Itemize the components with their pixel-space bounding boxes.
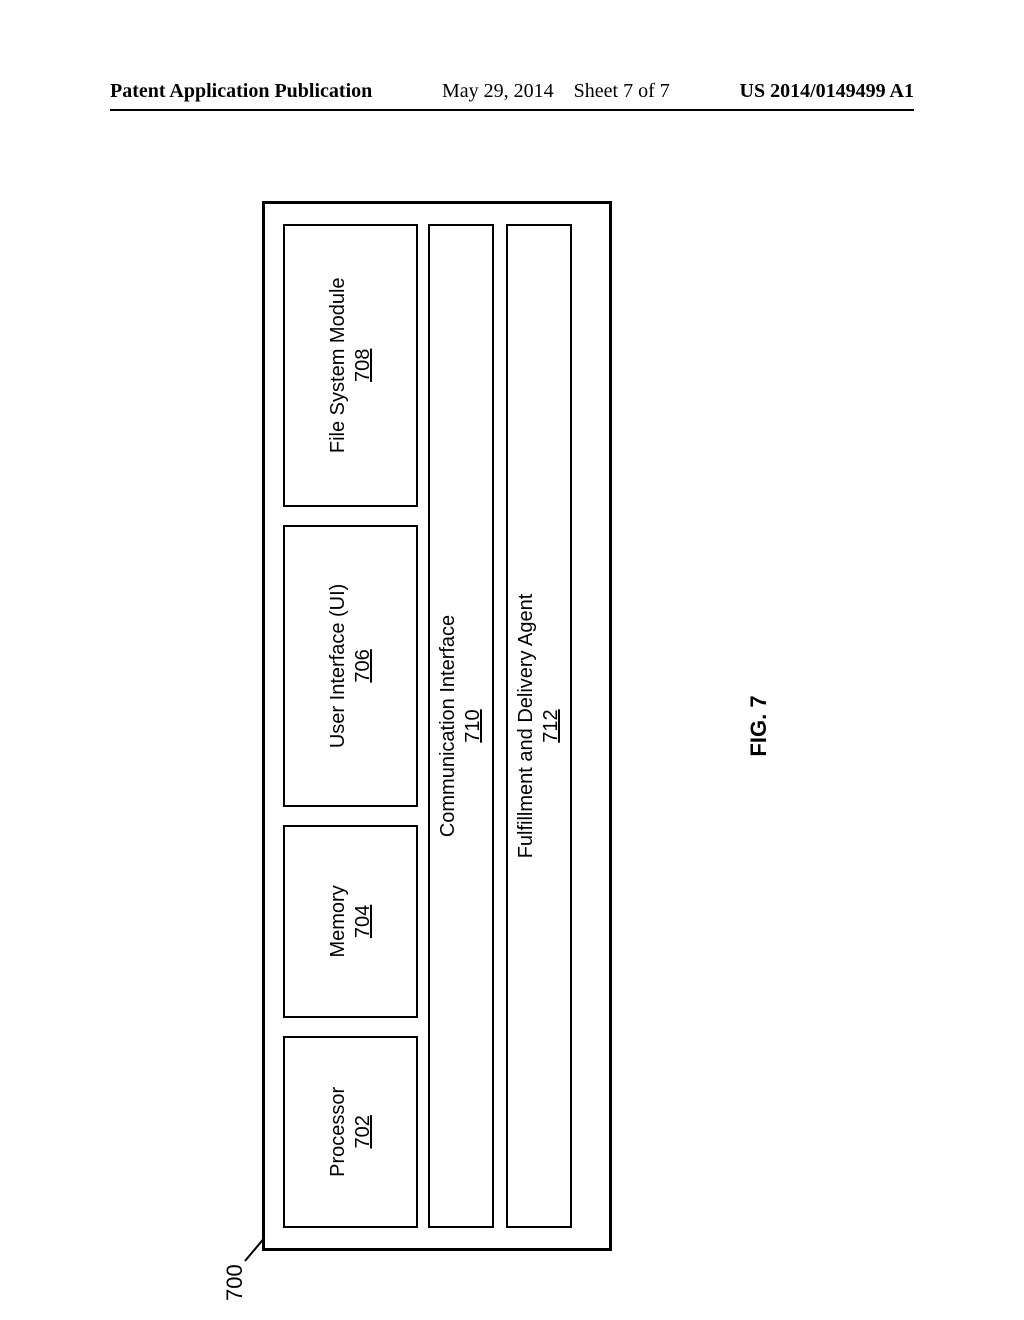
publication-label: Patent Application Publication	[110, 80, 372, 103]
block-processor: Processor 702	[283, 1036, 418, 1228]
page-header: Patent Application Publication May 29, 2…	[60, 80, 964, 103]
block-number: 712	[539, 709, 564, 742]
figure-rotated-wrap: 700 Processor 702 Memory 704 User Interf…	[262, 201, 762, 1251]
block-file-system-module: File System Module 708	[283, 224, 418, 507]
bottom-col: Communication Interface 710 Fulfillment …	[428, 204, 590, 1248]
block-communication-interface: Communication Interface 710	[428, 224, 494, 1228]
block-number: 708	[351, 349, 376, 382]
header-rule	[110, 109, 914, 111]
block-number: 706	[351, 649, 376, 682]
block-number: 710	[461, 709, 486, 742]
block-title: Memory	[326, 885, 351, 957]
block-title: File System Module	[326, 277, 351, 453]
block-user-interface: User Interface (UI) 706	[283, 525, 418, 808]
document-number: US 2014/0149499 A1	[740, 80, 914, 103]
block-title: Communication Interface	[436, 615, 461, 837]
block-fulfillment-delivery-agent: Fulfillment and Delivery Agent 712	[506, 224, 572, 1228]
sheet-label: Sheet 7 of 7	[574, 80, 670, 102]
block-number: 702	[351, 1115, 376, 1148]
figure-7: 700 Processor 702 Memory 704 User Interf…	[262, 201, 762, 1251]
top-row: Processor 702 Memory 704 User Interface …	[265, 204, 428, 1248]
figure-caption: FIG. 7	[746, 695, 772, 756]
block-number: 704	[351, 905, 376, 938]
block-title: Processor	[326, 1087, 351, 1177]
publication-date: May 29, 2014	[442, 80, 554, 102]
block-title: Fulfillment and Delivery Agent	[514, 594, 539, 859]
block-memory: Memory 704	[283, 825, 418, 1017]
reference-number-700: 700	[222, 1264, 248, 1301]
system-block-700: Processor 702 Memory 704 User Interface …	[262, 201, 612, 1251]
page: Patent Application Publication May 29, 2…	[0, 0, 1024, 1320]
block-title: User Interface (UI)	[326, 584, 351, 748]
